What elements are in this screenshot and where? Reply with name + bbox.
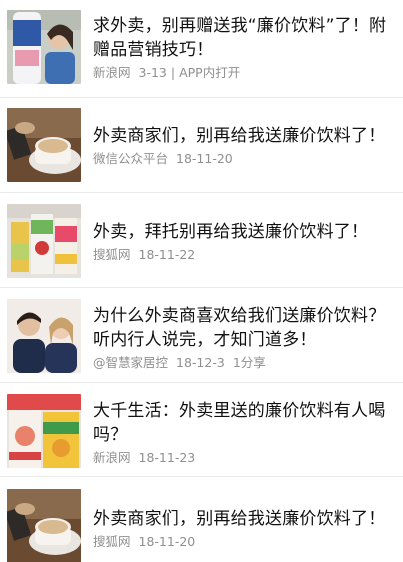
news-date: 18-12-3 [176,355,225,370]
news-source: 搜狐网 [93,247,131,262]
news-source: 新浪网 [93,65,131,80]
news-title[interactable]: 外卖，拜托别再给我送廉价饮料了！ [93,220,393,244]
news-item[interactable]: 外卖商家们，别再给我送廉价饮料了！ 搜狐网 18-11-20 [0,477,403,562]
news-meta: @智慧家居控 18-12-3 1分享 [93,354,393,372]
open-in-app-link[interactable]: | APP内打开 [171,65,240,80]
news-date: 18-11-23 [138,450,196,465]
news-meta: 搜狐网 18-11-20 [93,533,393,551]
news-title[interactable]: 外卖商家们，别再给我送廉价饮料了！ [93,507,393,531]
juice-cartons-photo [7,204,81,278]
news-meta: 微信公众平台 18-11-20 [93,150,393,168]
news-title[interactable]: 大千生活：外卖里送的廉价饮料有人喝吗？ [93,399,393,447]
news-thumbnail[interactable] [7,10,81,84]
milk-tea-cup-photo [7,489,81,562]
juice-bottle-woman-photo [7,10,81,84]
news-meta: 搜狐网 18-11-22 [93,246,393,264]
news-item[interactable]: 外卖商家们，别再给我送廉价饮料了！ 微信公众平台 18-11-20 [0,98,403,193]
couple-portrait-photo [7,299,81,373]
news-item[interactable]: 求外卖，别再赠送我“廉价饮料”了！附赠品营销技巧！ 新浪网 3-13 | APP内打… [0,0,403,98]
news-date: 18-11-20 [138,534,196,549]
news-title[interactable]: 为什么外卖商喜欢给我们送廉价饮料？听内行人说完，才知门道多！ [93,304,393,352]
news-thumbnail[interactable] [7,394,81,468]
milk-tea-cup-photo [7,108,81,182]
news-date: 18-11-20 [176,151,233,166]
news-source: @智慧家居控 [93,355,169,370]
news-thumbnail[interactable] [7,204,81,278]
news-feed-list: 求外卖，别再赠送我“廉价饮料”了！附赠品营销技巧！ 新浪网 3-13 | APP内打… [0,0,403,562]
news-date: 3-13 [138,65,167,80]
news-meta: 新浪网 3-13 | APP内打开 [93,64,393,82]
news-item[interactable]: 大千生活：外卖里送的廉价饮料有人喝吗？ 新浪网 18-11-23 [0,383,403,477]
news-meta: 新浪网 18-11-23 [93,449,393,467]
news-item[interactable]: 外卖，拜托别再给我送廉价饮料了！ 搜狐网 18-11-22 [0,193,403,288]
news-thumbnail[interactable] [7,299,81,373]
mango-juice-boxes-photo [7,394,81,468]
news-date: 18-11-22 [138,247,196,262]
news-source: 微信公众平台 [93,151,169,166]
share-count: 1分享 [232,355,266,370]
news-title[interactable]: 外卖商家们，别再给我送廉价饮料了！ [93,124,393,148]
news-title[interactable]: 求外卖，别再赠送我“廉价饮料”了！附赠品营销技巧！ [93,14,393,62]
news-thumbnail[interactable] [7,489,81,562]
news-source: 新浪网 [93,450,131,465]
news-thumbnail[interactable] [7,108,81,182]
news-item[interactable]: 为什么外卖商喜欢给我们送廉价饮料？听内行人说完，才知门道多！ @智慧家居控 18-… [0,288,403,383]
news-source: 搜狐网 [93,534,131,549]
